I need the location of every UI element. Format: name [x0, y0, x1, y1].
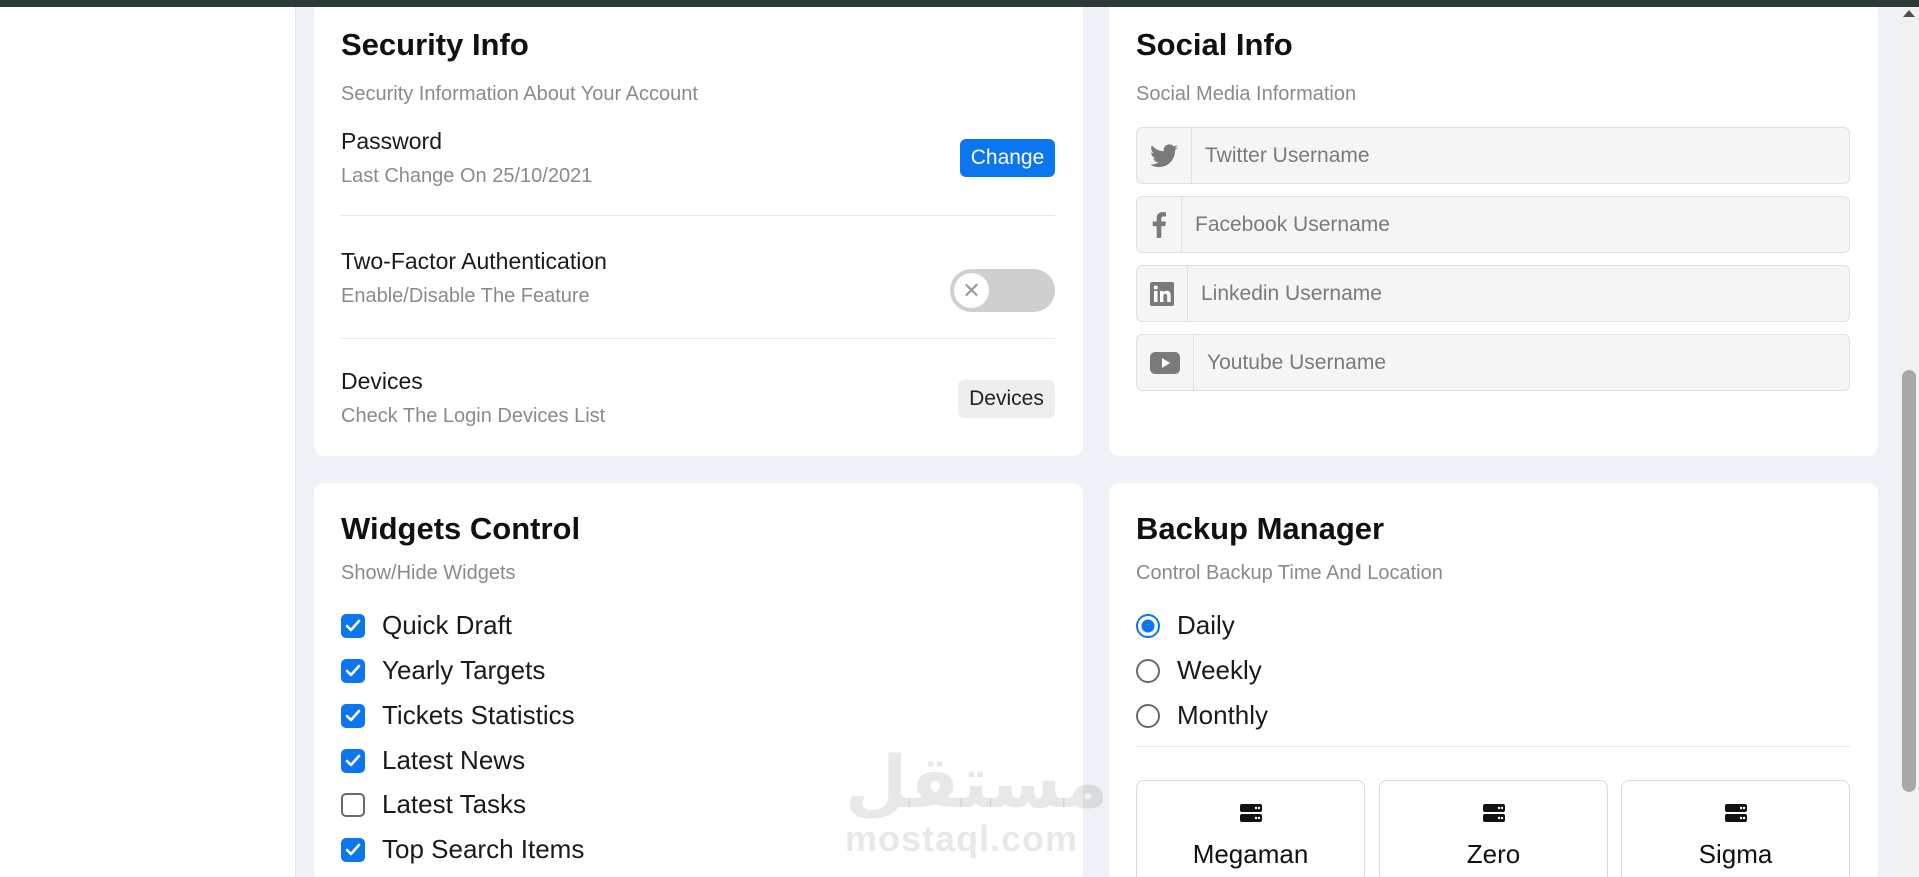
- backup-title: Backup Manager: [1136, 511, 1385, 546]
- server-label: Zero: [1466, 839, 1521, 869]
- checkbox-checked[interactable]: [341, 748, 365, 773]
- backup-subtitle: Control Backup Time And Location: [1136, 562, 1443, 584]
- scrollbar-thumb[interactable]: [1902, 370, 1916, 792]
- password-title: Password: [341, 128, 442, 154]
- radio-label: Monthly: [1177, 700, 1269, 730]
- radio-label: Weekly: [1177, 655, 1262, 685]
- change-password-button[interactable]: Change: [960, 139, 1055, 177]
- facebook-field: [1136, 196, 1850, 253]
- backup-manager-panel: Backup Manager Control Backup Time And L…: [1109, 483, 1878, 877]
- devices-button[interactable]: Devices: [958, 380, 1055, 418]
- widget-checkbox-row[interactable]: Latest News: [341, 745, 525, 776]
- server-card-megaman[interactable]: Megaman: [1136, 780, 1365, 877]
- widget-label: Tickets Statistics: [382, 700, 575, 730]
- twitter-icon: [1137, 128, 1192, 183]
- widget-label: Quick Draft: [382, 610, 513, 640]
- checkbox-unchecked[interactable]: [341, 792, 365, 817]
- scroll-up-arrow-icon[interactable]: [1903, 10, 1915, 17]
- server-icon: [1724, 804, 1747, 822]
- server-card-zero[interactable]: Zero: [1379, 780, 1608, 877]
- divider: [1136, 746, 1850, 747]
- social-subtitle: Social Media Information: [1136, 83, 1357, 105]
- close-icon: ✕: [954, 273, 989, 308]
- widgets-subtitle: Show/Hide Widgets: [341, 562, 516, 584]
- radio-unselected[interactable]: [1136, 658, 1160, 683]
- server-label: Sigma: [1698, 839, 1773, 869]
- divider: [341, 338, 1055, 339]
- browser-top-bar: [0, 0, 1919, 7]
- checkbox-checked[interactable]: [341, 703, 365, 728]
- server-label: Megaman: [1192, 839, 1309, 869]
- radio-label: Daily: [1177, 610, 1235, 640]
- password-last-change: Last Change On 25/10/2021: [341, 165, 593, 187]
- widget-label: Latest Tasks: [382, 789, 527, 819]
- widget-checkbox-row[interactable]: Yearly Targets: [341, 655, 545, 686]
- watermark-arabic: مستقل: [845, 740, 1109, 824]
- widget-checkbox-row[interactable]: Latest Tasks: [341, 789, 526, 820]
- youtube-username-input[interactable]: [1194, 335, 1849, 390]
- twitter-field: [1136, 127, 1850, 184]
- two-factor-subtitle: Enable/Disable The Feature: [341, 285, 590, 307]
- server-card-sigma[interactable]: Sigma: [1621, 780, 1850, 877]
- backup-radio-weekly[interactable]: Weekly: [1136, 655, 1262, 686]
- facebook-username-input[interactable]: [1182, 197, 1849, 252]
- widget-label: Latest News: [382, 745, 526, 775]
- youtube-field: [1136, 334, 1850, 391]
- two-factor-toggle[interactable]: ✕: [950, 269, 1055, 312]
- security-title: Security Info: [341, 27, 529, 62]
- facebook-icon: [1137, 197, 1182, 252]
- linkedin-field: [1136, 265, 1850, 322]
- security-info-panel: Security Info Security Information About…: [314, 7, 1083, 456]
- security-subtitle: Security Information About Your Account: [341, 83, 698, 105]
- youtube-icon: [1137, 335, 1194, 390]
- widget-label: Top Search Items: [382, 834, 585, 864]
- checkbox-checked[interactable]: [341, 613, 365, 638]
- widget-checkbox-row[interactable]: Quick Draft: [341, 610, 512, 641]
- social-title: Social Info: [1136, 27, 1293, 62]
- linkedin-icon: [1137, 266, 1188, 321]
- radio-selected[interactable]: [1136, 613, 1160, 638]
- sidebar-area: [0, 7, 295, 877]
- watermark-latin: mostaql.com: [845, 818, 1079, 859]
- radio-unselected[interactable]: [1136, 703, 1160, 728]
- twitter-username-input[interactable]: [1192, 128, 1849, 183]
- widgets-title: Widgets Control: [341, 511, 581, 546]
- divider: [341, 215, 1055, 216]
- social-info-panel: Social Info Social Media Information: [1109, 7, 1878, 456]
- backup-radio-daily[interactable]: Daily: [1136, 610, 1235, 641]
- widget-checkbox-row[interactable]: Tickets Statistics: [341, 700, 575, 731]
- server-icon: [1239, 804, 1262, 822]
- devices-title: Devices: [341, 368, 423, 394]
- checkbox-checked[interactable]: [341, 658, 365, 683]
- widget-checkbox-row[interactable]: Top Search Items: [341, 834, 584, 865]
- devices-subtitle: Check The Login Devices List: [341, 405, 606, 427]
- backup-radio-monthly[interactable]: Monthly: [1136, 700, 1268, 731]
- linkedin-username-input[interactable]: [1188, 266, 1849, 321]
- two-factor-title: Two-Factor Authentication: [341, 248, 607, 274]
- widget-label: Yearly Targets: [382, 655, 546, 685]
- server-icon: [1482, 804, 1505, 822]
- checkbox-checked[interactable]: [341, 837, 365, 862]
